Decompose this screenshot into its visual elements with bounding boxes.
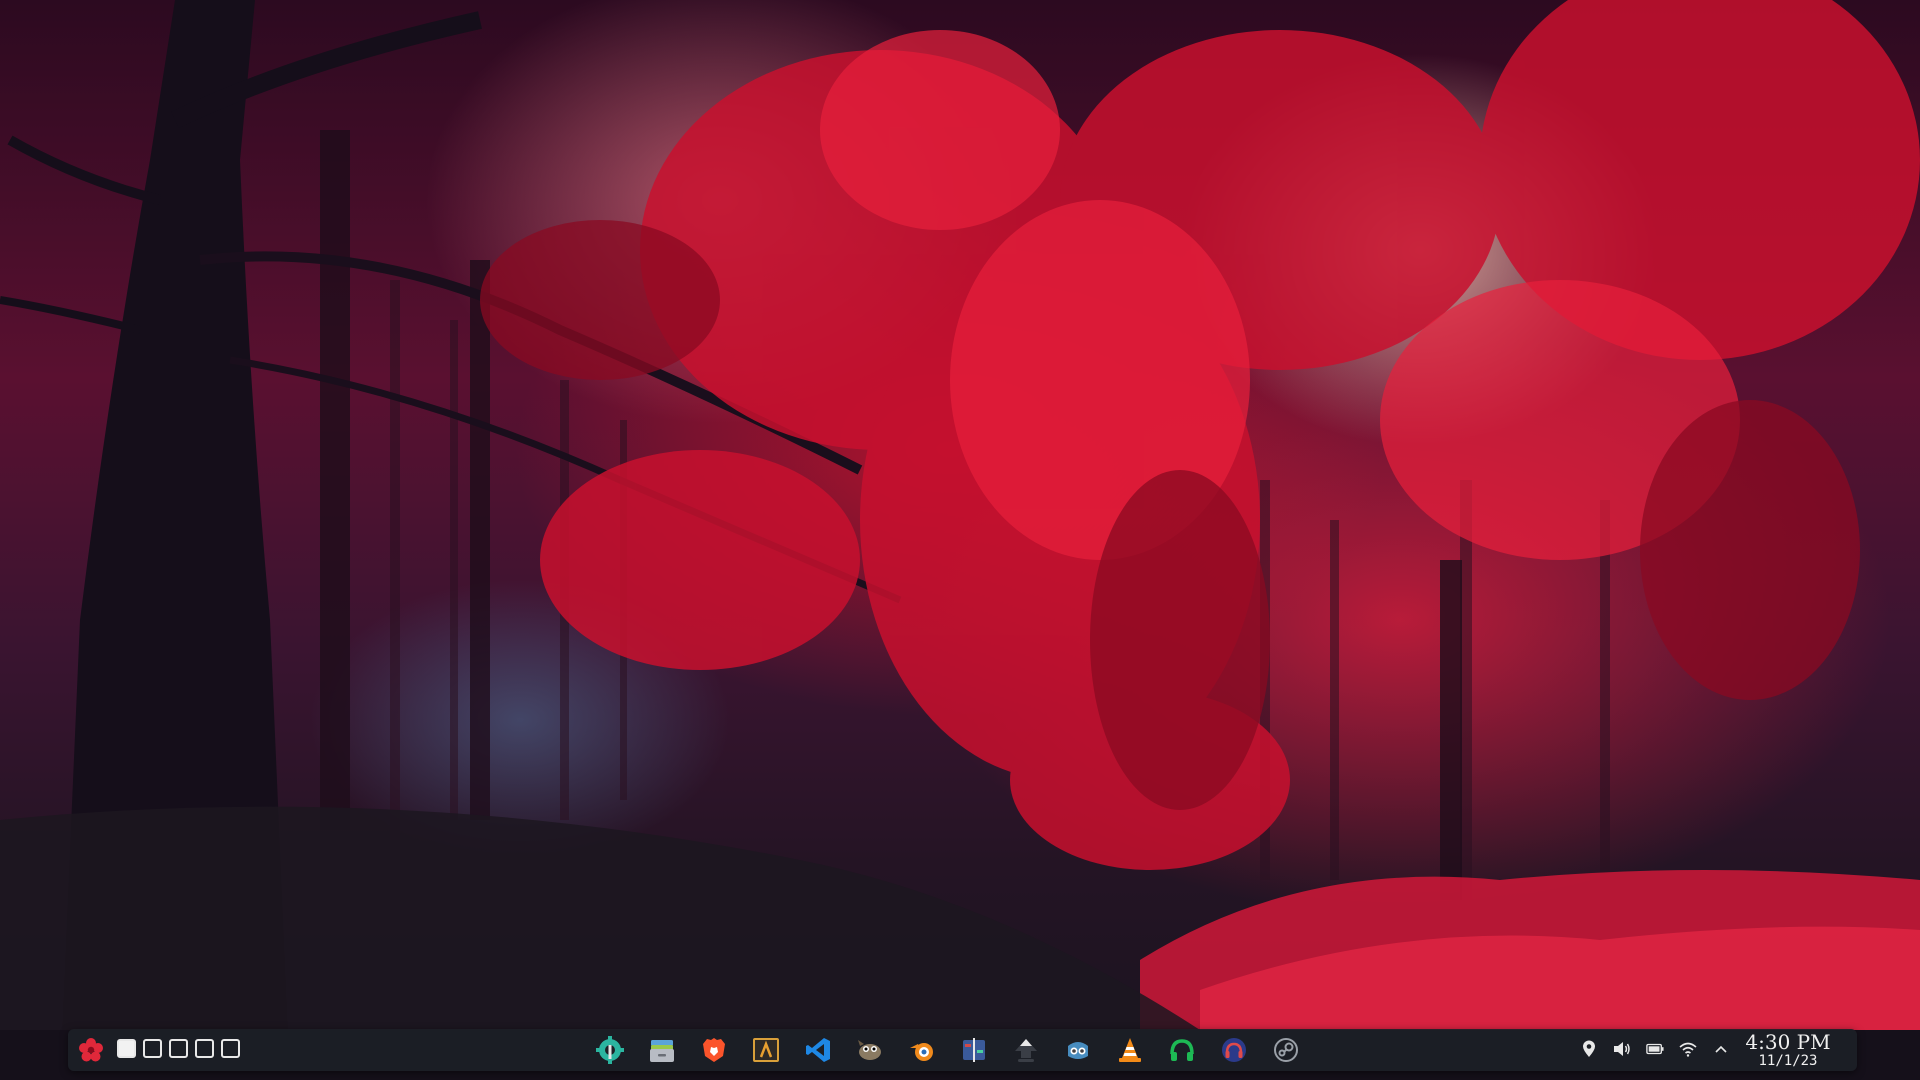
desktop: 4:30 PM 11/1/23 (0, 0, 1920, 1080)
inkscape-icon (1015, 1039, 1037, 1062)
app-settings[interactable] (594, 1034, 626, 1066)
flower-icon (79, 1038, 103, 1062)
location-pin-icon (1583, 1040, 1595, 1057)
vscode-icon (806, 1038, 830, 1062)
workspace-1[interactable] (117, 1039, 136, 1058)
taskbar: 4:30 PM 11/1/23 (68, 1029, 1857, 1071)
blender-icon (910, 1043, 933, 1061)
spotify-headphones-icon (1170, 1039, 1194, 1061)
vlc-cone-icon (1119, 1038, 1141, 1062)
gear-wrench-icon (596, 1036, 624, 1064)
system-tray (1580, 1039, 1730, 1059)
music-headphones-icon (1222, 1038, 1246, 1062)
workspace-2[interactable] (143, 1039, 162, 1058)
brave-lion-icon (703, 1038, 725, 1062)
app-editor[interactable] (750, 1034, 782, 1066)
app-inkscape[interactable] (1010, 1034, 1042, 1066)
clock-time: 4:30 PM (1745, 1030, 1831, 1054)
workspace-4[interactable] (195, 1039, 214, 1058)
tray-wifi[interactable] (1679, 1039, 1697, 1059)
app-spotify[interactable] (1166, 1034, 1198, 1066)
clock[interactable]: 4:30 PM 11/1/23 (1733, 1029, 1843, 1071)
app-gimp[interactable] (854, 1034, 886, 1066)
workspace-switcher (117, 1039, 240, 1058)
start-menu-button[interactable] (76, 1035, 106, 1065)
chevron-up-icon (1715, 1045, 1727, 1053)
app-godot[interactable] (1062, 1034, 1094, 1066)
workspace-5[interactable] (221, 1039, 240, 1058)
file-manager-icon (650, 1040, 674, 1062)
app-music[interactable] (1218, 1034, 1250, 1066)
app-browser[interactable] (698, 1034, 730, 1066)
clock-date: 11/1/23 (1758, 1053, 1818, 1069)
app-video-editor[interactable] (958, 1034, 990, 1066)
app-vscode[interactable] (802, 1034, 834, 1066)
tray-location[interactable] (1580, 1039, 1598, 1059)
text-editor-icon (753, 1038, 779, 1062)
tray-expand[interactable] (1712, 1039, 1730, 1059)
video-editor-icon (963, 1038, 985, 1062)
gimp-icon (858, 1040, 881, 1060)
wallpaper-forest (0, 0, 1920, 1080)
pinned-apps (594, 1034, 1302, 1066)
volume-icon (1614, 1042, 1630, 1056)
tray-volume[interactable] (1613, 1039, 1631, 1059)
app-steam[interactable] (1270, 1034, 1302, 1066)
app-blender[interactable] (906, 1034, 938, 1066)
workspace-3[interactable] (169, 1039, 188, 1058)
godot-icon (1068, 1042, 1088, 1059)
wifi-icon (1679, 1042, 1697, 1057)
battery-icon (1646, 1043, 1664, 1055)
app-files[interactable] (646, 1034, 678, 1066)
steam-icon (1274, 1038, 1298, 1062)
app-vlc[interactable] (1114, 1034, 1146, 1066)
tray-battery[interactable] (1646, 1039, 1664, 1059)
